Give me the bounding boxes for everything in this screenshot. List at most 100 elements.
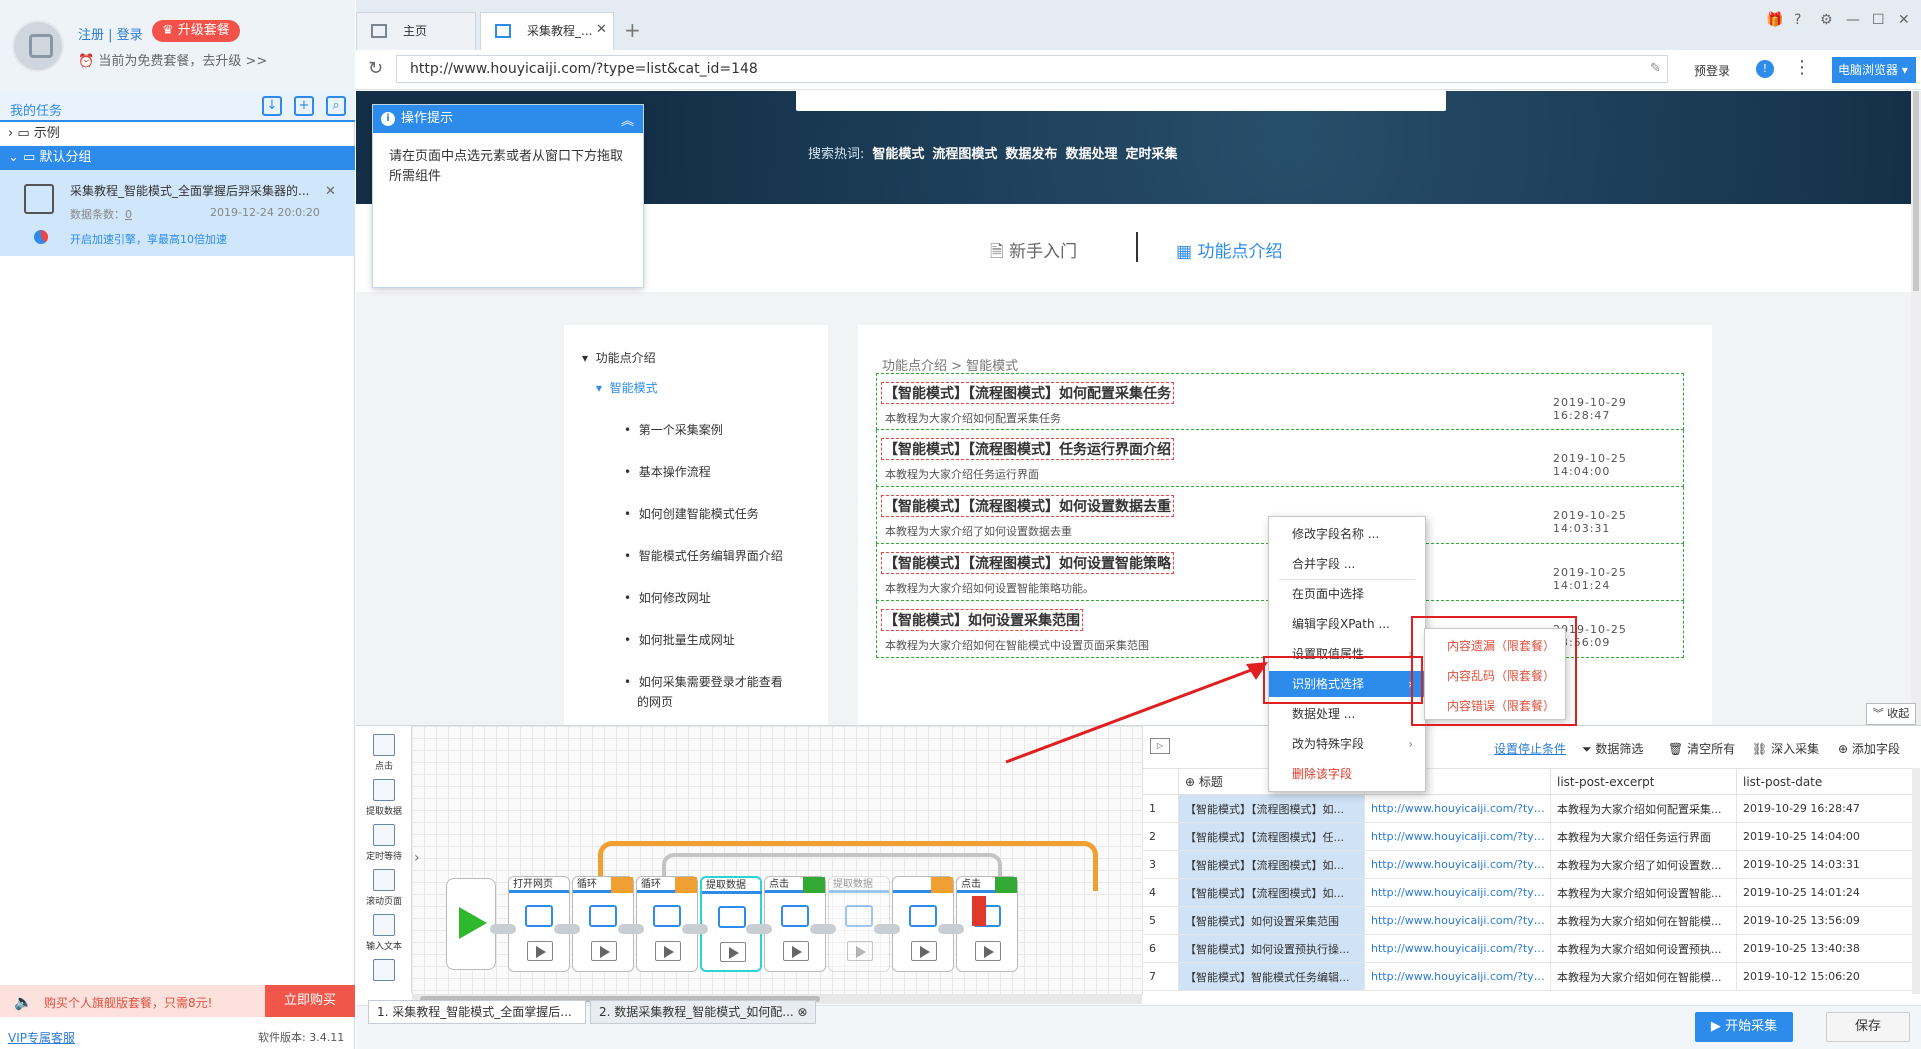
menu-rename-field[interactable]: 修改字段名称 ...: [1269, 521, 1425, 547]
article-item[interactable]: 【智能模式】【流程图模式】如何配置采集任务 本教程为大家介绍如何配置采集任务 2…: [876, 373, 1684, 430]
cell-date[interactable]: 2019-10-25 14:03:31: [1736, 850, 1913, 879]
hot-word[interactable]: 数据发布: [1005, 147, 1057, 162]
cell-link[interactable]: http://www.houyicaiji.com/?typ...: [1364, 822, 1551, 851]
close-icon[interactable]: ✕: [325, 184, 336, 199]
cell-link[interactable]: http://www.houyicaiji.com/?typ...: [1364, 794, 1551, 823]
menu-select-in-page[interactable]: 在页面中选择: [1269, 581, 1425, 607]
cell-excerpt[interactable]: 本教程为大家介绍任务运行界面: [1550, 822, 1737, 851]
avatar[interactable]: [12, 20, 64, 72]
cell-link[interactable]: http://www.houyicaiji.com/?typ...: [1364, 878, 1551, 907]
import-task-icon[interactable]: ↓: [262, 96, 282, 116]
cell-excerpt[interactable]: 本教程为大家介绍了如何设置数...: [1550, 850, 1737, 879]
minimize-icon[interactable]: —: [1846, 12, 1860, 28]
cell-title[interactable]: 【智能模式】【流程图模式】任...: [1178, 822, 1365, 851]
node-play-icon[interactable]: [527, 941, 553, 961]
tab-beginner[interactable]: 🗎 新手入门: [990, 237, 1077, 268]
table-row[interactable]: 5 【智能模式】如何设置采集范围 http://www.houyicaiji.com…: [1142, 906, 1913, 935]
nav-item[interactable]: • 基本操作流程: [624, 463, 711, 480]
row-index[interactable]: 2: [1142, 822, 1179, 851]
menu-merge-field[interactable]: 合并字段 ...: [1269, 551, 1425, 577]
hot-word[interactable]: 定时采集: [1125, 147, 1177, 162]
menu-edit-xpath[interactable]: 编辑字段XPath ...: [1269, 611, 1425, 637]
more-icon[interactable]: ⋮: [1793, 57, 1811, 78]
cell-date[interactable]: 2019-10-29 16:28:47: [1736, 794, 1913, 823]
prelogin-button[interactable]: 预登录: [1694, 62, 1730, 79]
node-play-icon[interactable]: [591, 941, 617, 961]
add-field-button[interactable]: ⊕ 添加字段: [1838, 740, 1900, 757]
cell-title[interactable]: 【智能模式】智能模式任务编辑...: [1178, 962, 1365, 991]
new-tab-icon[interactable]: +: [624, 18, 641, 42]
article-title[interactable]: 【智能模式】【流程图模式】如何配置采集任务: [881, 382, 1174, 404]
task-tab[interactable]: 2. 数据采集教程_智能模式_如何配... ⊗: [590, 1000, 816, 1024]
plan-text[interactable]: ⏰ 当前为免费套餐，去升级 >>: [78, 50, 267, 69]
menu-delete-field[interactable]: 删除该字段: [1269, 761, 1425, 787]
refresh-icon[interactable]: ↻: [368, 58, 383, 79]
cell-excerpt[interactable]: 本教程为大家介绍如何在智能模...: [1550, 962, 1737, 991]
node-play-icon[interactable]: [783, 941, 809, 961]
nav-item[interactable]: • 如何采集需要登录才能查看: [624, 673, 783, 690]
nav-smart-mode[interactable]: ▾ 智能模式: [596, 379, 658, 396]
cell-excerpt[interactable]: 本教程为大家介绍如何设置预执...: [1550, 934, 1737, 963]
table-row[interactable]: 4 【智能模式】【流程图模式】如... http://www.houyicaiji.…: [1142, 878, 1913, 907]
tool-input[interactable]: 输入文本: [356, 914, 412, 952]
table-row[interactable]: 6 【智能模式】如何设置预执行操... http://www.houyicaiji.…: [1142, 934, 1913, 963]
col-date[interactable]: list-post-date: [1736, 768, 1913, 795]
buy-now-button[interactable]: 立即购买: [265, 985, 355, 1017]
tool-more[interactable]: [356, 959, 412, 984]
tab-features[interactable]: ▦ 功能点介绍: [1176, 237, 1282, 262]
collapse-up-icon[interactable]: ︽: [621, 110, 634, 129]
register-login-link[interactable]: 注册 | 登录: [78, 24, 143, 43]
table-row[interactable]: 3 【智能模式】【流程图模式】如... http://www.houyicaiji.…: [1142, 850, 1913, 879]
edit-icon[interactable]: ✎: [1650, 61, 1661, 76]
nav-item[interactable]: • 如何批量生成网址: [624, 631, 735, 648]
cell-title[interactable]: 【智能模式】如何设置预执行操...: [1178, 934, 1365, 963]
tool-click[interactable]: 点击: [356, 734, 412, 772]
grid-scrollbar[interactable]: [1912, 768, 1920, 994]
tab-home[interactable]: 主页: [356, 12, 476, 50]
row-index[interactable]: 5: [1142, 906, 1179, 935]
nav-item[interactable]: • 智能模式任务编辑界面介绍: [624, 547, 783, 564]
tool-wait[interactable]: 定时等待: [356, 824, 412, 862]
search-task-icon[interactable]: ⌕: [326, 96, 346, 116]
tree-group-default[interactable]: ⌄ ▭ 默认分组: [0, 146, 355, 170]
count-value[interactable]: 0: [125, 208, 132, 221]
cell-date[interactable]: 2019-10-12 15:06:20: [1736, 962, 1913, 991]
col-excerpt[interactable]: list-post-excerpt: [1550, 768, 1737, 795]
article-title[interactable]: 【智能模式】【流程图模式】如何设置智能策略: [881, 552, 1174, 574]
collapse-button[interactable]: ︾ 收起: [1866, 703, 1916, 725]
article-title[interactable]: 【智能模式】如何设置采集范围: [881, 609, 1083, 631]
article-item[interactable]: 【智能模式】【流程图模式】任务运行界面介绍 本教程为大家介绍任务运行界面 201…: [876, 430, 1684, 487]
filter-button[interactable]: ⏷ 数据筛选: [1582, 740, 1643, 757]
hot-word[interactable]: 数据处理: [1065, 147, 1117, 162]
maximize-icon[interactable]: ☐: [1872, 12, 1885, 28]
close-tab-icon[interactable]: ✕: [596, 22, 607, 37]
help-icon[interactable]: ?: [1794, 12, 1801, 28]
page-scrollbar-thumb[interactable]: [1913, 91, 1919, 291]
task-tab[interactable]: 1. 采集教程_智能模式_全面掌握后...: [368, 1000, 586, 1024]
row-index[interactable]: 4: [1142, 878, 1179, 907]
nav-root[interactable]: ▾ 功能点介绍: [582, 349, 656, 366]
workflow-node[interactable]: 点击: [956, 876, 1018, 972]
cell-title[interactable]: 【智能模式】【流程图模式】如...: [1178, 878, 1365, 907]
tool-scroll[interactable]: 滚动页面: [356, 869, 412, 907]
expand-toolbox-icon[interactable]: ›: [414, 850, 420, 866]
close-window-icon[interactable]: ✕: [1898, 12, 1910, 28]
tab-tutorial[interactable]: 采集教程_...: [480, 12, 614, 50]
table-row[interactable]: 7 【智能模式】智能模式任务编辑... http://www.houyicaiji.…: [1142, 962, 1913, 991]
browser-mode-select[interactable]: 电脑浏览器 ▾: [1832, 57, 1916, 83]
vip-service-link[interactable]: VIP专属客服: [8, 1029, 75, 1046]
ua-icon[interactable]: !: [1756, 60, 1774, 78]
upgrade-button[interactable]: ♛ 升级套餐: [152, 20, 240, 42]
row-index[interactable]: 6: [1142, 934, 1179, 963]
menu-special-field[interactable]: 改为特殊字段 ›: [1269, 731, 1425, 757]
cell-title[interactable]: 【智能模式】【流程图模式】如...: [1178, 850, 1365, 879]
cell-link[interactable]: http://www.houyicaiji.com/?typ...: [1364, 934, 1551, 963]
cell-title[interactable]: 【智能模式】【流程图模式】如...: [1178, 794, 1365, 823]
cell-excerpt[interactable]: 本教程为大家介绍如何在智能模...: [1550, 906, 1737, 935]
node-play-icon[interactable]: [655, 941, 681, 961]
tool-extract[interactable]: 提取数据: [356, 779, 412, 817]
row-index[interactable]: 1: [1142, 794, 1179, 823]
deep-collect-button[interactable]: ⛓ 深入采集: [1752, 740, 1819, 757]
article-title[interactable]: 【智能模式】【流程图模式】任务运行界面介绍: [881, 438, 1174, 460]
cell-link[interactable]: http://www.houyicaiji.com/?typ...: [1364, 962, 1551, 991]
